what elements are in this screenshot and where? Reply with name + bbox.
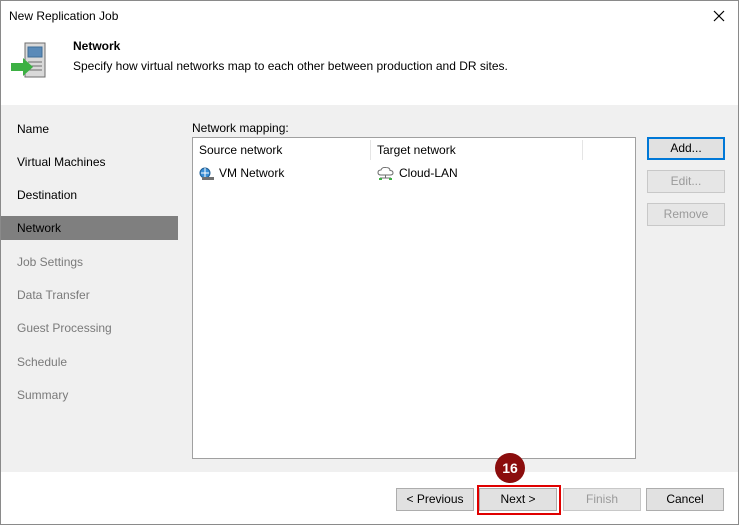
nav-item-name[interactable]: Name: [1, 117, 178, 141]
step-number-badge: 16: [495, 453, 525, 483]
nav-item-summary: Summary: [17, 388, 69, 402]
table-row[interactable]: VM Network Cloud-LAN: [193, 162, 635, 184]
network-mapping-list[interactable]: Source network Target network VM Network: [192, 137, 636, 459]
wizard-body: Name Virtual Machines Destination Networ…: [1, 105, 738, 472]
next-button[interactable]: Next >: [479, 488, 557, 511]
step-navigation: Name Virtual Machines Destination Networ…: [1, 105, 178, 472]
nav-item-guest-processing: Guest Processing: [17, 321, 112, 335]
column-header-target[interactable]: Target network: [371, 140, 583, 160]
previous-button[interactable]: < Previous: [396, 488, 474, 511]
nav-item-job-settings: Job Settings: [17, 255, 84, 269]
nav-item-data-transfer: Data Transfer: [17, 288, 90, 302]
finish-button: Finish: [563, 488, 641, 511]
nav-item-virtual-machines[interactable]: Virtual Machines: [1, 150, 178, 174]
target-network-label: Cloud-LAN: [399, 166, 458, 180]
nav-item-schedule: Schedule: [17, 355, 68, 369]
wizard-footer: < Previous Next > Finish Cancel: [1, 472, 738, 524]
nav-item-destination[interactable]: Destination: [1, 183, 178, 207]
network-content: Network mapping: Source network Target n…: [178, 105, 738, 472]
vm-network-icon: [199, 167, 214, 180]
replication-server-icon: [11, 42, 46, 78]
title-bar: New Replication Job: [1, 1, 738, 31]
source-network-cell: VM Network: [199, 162, 284, 184]
cancel-button[interactable]: Cancel: [646, 488, 724, 511]
page-description: Specify how virtual networks map to each…: [73, 59, 508, 73]
target-network-cell: Cloud-LAN: [377, 162, 458, 184]
window-title: New Replication Job: [9, 9, 119, 23]
add-button[interactable]: Add...: [647, 137, 725, 160]
column-header-source[interactable]: Source network: [193, 140, 371, 160]
page-title: Network: [73, 39, 121, 53]
nav-item-network[interactable]: Network: [1, 216, 178, 240]
dialog-window: New Replication Job Network Specify how …: [0, 0, 739, 525]
source-network-label: VM Network: [219, 166, 285, 180]
network-mapping-label: Network mapping:: [192, 121, 289, 135]
wizard-header: Network Specify how virtual networks map…: [1, 31, 738, 105]
edit-button: Edit...: [647, 170, 725, 193]
remove-button: Remove: [647, 203, 725, 226]
cloud-network-icon: [377, 166, 394, 180]
close-icon[interactable]: [708, 5, 730, 27]
